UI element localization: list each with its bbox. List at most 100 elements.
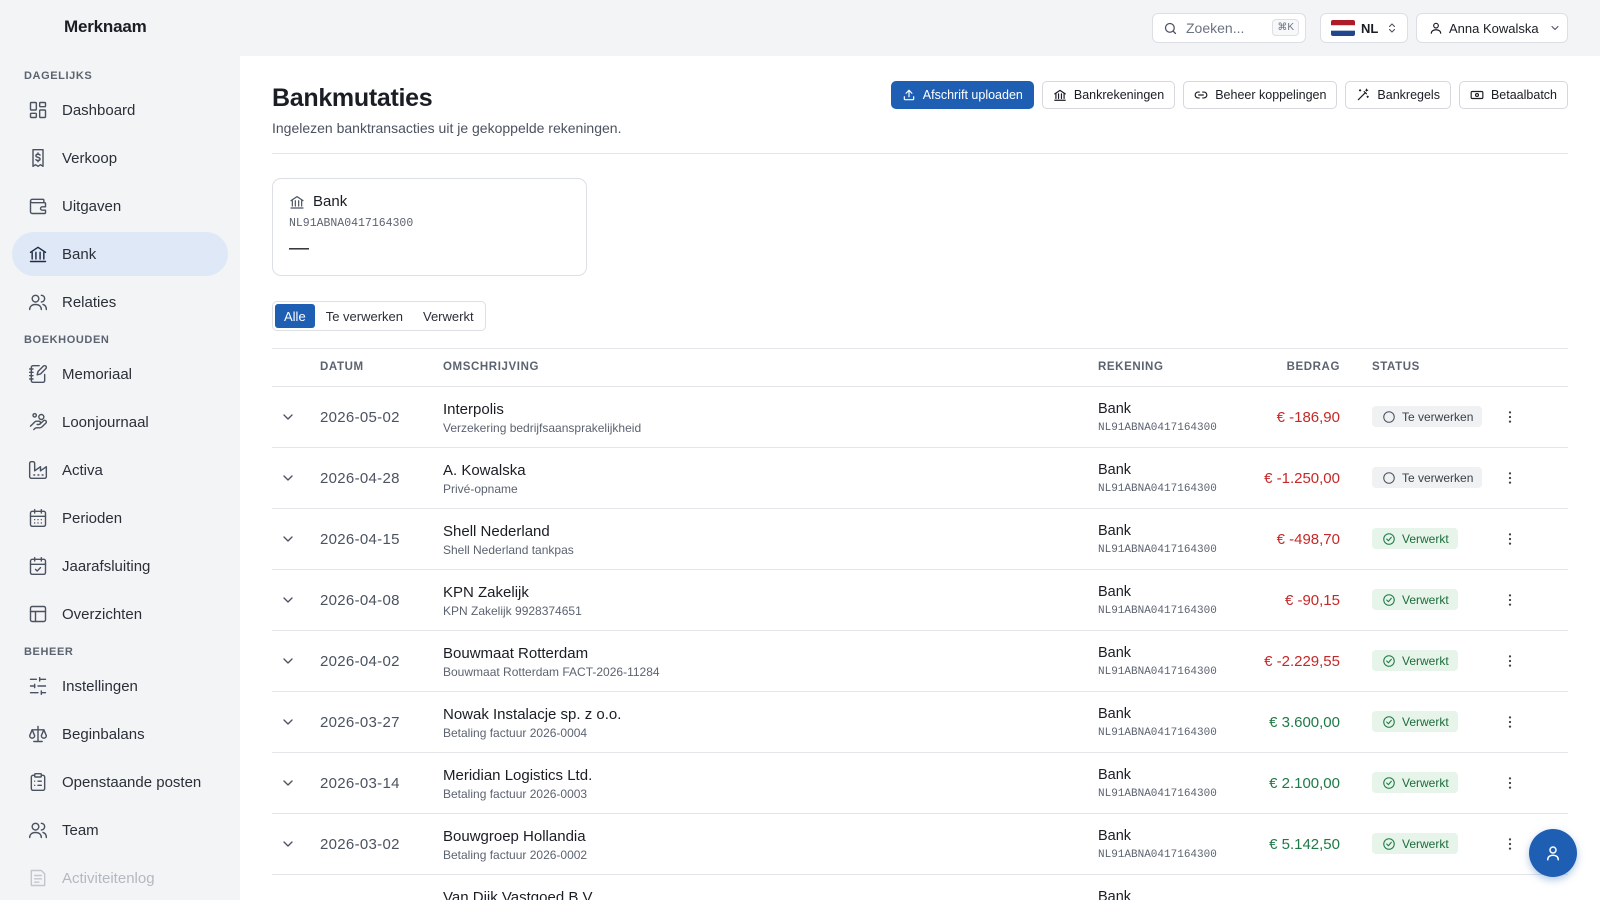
search-input[interactable] xyxy=(1186,20,1272,36)
more-vertical-icon[interactable] xyxy=(1502,653,1518,669)
chevron-down-icon[interactable] xyxy=(280,470,296,486)
sidebar-item-activiteitenlog[interactable]: Activiteitenlog xyxy=(12,856,228,900)
sidebar-item-team[interactable]: Team xyxy=(12,808,228,852)
more-vertical-icon[interactable] xyxy=(1502,531,1518,547)
header-divider xyxy=(272,153,1568,154)
chevron-down-icon[interactable] xyxy=(280,775,296,791)
sidebar-item-overzichten[interactable]: Overzichten xyxy=(12,592,228,636)
sidebar-item-jaarafsluiting[interactable]: Jaarafsluiting xyxy=(12,544,228,588)
nav-section-beheer: BEHEER xyxy=(24,646,74,658)
toolbar: Afschrift uploaden Bankrekeningen Beheer… xyxy=(890,81,1568,109)
table-header: DATUM OMSCHRIJVING REKENING BEDRAG STATU… xyxy=(272,348,1568,387)
sidebar-item-label: Openstaande posten xyxy=(62,773,202,791)
chevron-down-icon[interactable] xyxy=(280,531,296,547)
table-row[interactable]: 2026-04-02 Bouwmaat Rotterdam Bouwmaat Rot… xyxy=(272,631,1568,692)
manage-links-button[interactable]: Beheer koppelingen xyxy=(1183,81,1338,109)
chevron-down-icon[interactable] xyxy=(280,653,296,669)
transaction-description: Privé-opname xyxy=(443,482,518,496)
table-row[interactable]: 2026-04-08 KPN Zakelijk KPN Zakelijk 99283… xyxy=(272,570,1568,631)
status-label: Verwerkt xyxy=(1402,653,1449,668)
sidebar-item-loonjournaal[interactable]: Loonjournaal xyxy=(12,400,228,444)
more-vertical-icon[interactable] xyxy=(1502,775,1518,791)
table-row[interactable]: 2026-05-02 Interpolis Verzekering bedrijfs… xyxy=(272,387,1568,448)
sidebar-item-perioden[interactable]: Perioden xyxy=(12,496,228,540)
bank-icon xyxy=(1053,88,1067,102)
calendar-icon xyxy=(28,508,48,528)
filter-processed[interactable]: Verwerkt xyxy=(414,304,483,328)
sidebar-item-label: Perioden xyxy=(62,509,123,527)
sidebar-item-uitgaven[interactable]: Uitgaven xyxy=(12,184,228,228)
bank-accounts-button[interactable]: Bankrekeningen xyxy=(1041,81,1176,109)
banknote-icon xyxy=(1470,88,1484,102)
chevron-down-icon[interactable] xyxy=(280,409,296,425)
more-vertical-icon[interactable] xyxy=(1502,470,1518,486)
user-icon xyxy=(1544,844,1562,862)
transaction-counterparty: Interpolis xyxy=(443,401,504,418)
notebook-pen-icon xyxy=(28,364,48,384)
sidebar: Merknaam DAGELIJKS Dashboard Verkoop Uitgav… xyxy=(0,0,240,900)
user-menu[interactable]: Anna Kowalska xyxy=(1416,13,1568,43)
sidebar-item-bank[interactable]: Bank xyxy=(12,232,228,276)
filter-all[interactable]: Alle xyxy=(275,304,315,328)
transaction-account-name: Bank xyxy=(1098,401,1132,417)
table-row[interactable]: 2026-03-14 Meridian Logistics Ltd. Betalin… xyxy=(272,753,1568,814)
sidebar-item-relaties[interactable]: Relaties xyxy=(12,280,228,324)
status-filter: Alle Te verwerken Verwerkt xyxy=(272,301,486,331)
more-vertical-icon[interactable] xyxy=(1502,409,1518,425)
chevron-down-icon[interactable] xyxy=(280,836,296,852)
transaction-account-iban: NL91ABNA0417164300 xyxy=(1098,544,1217,556)
clipboard-list-icon xyxy=(28,772,48,792)
circle-icon xyxy=(1382,410,1396,424)
sidebar-item-beginbalans[interactable]: Beginbalans xyxy=(12,712,228,756)
user-icon xyxy=(1429,21,1443,35)
sidebar-item-activa[interactable]: Activa xyxy=(12,448,228,492)
table-row[interactable]: 2026-03-27 Nowak Instalacje sp. z o.o. Bet… xyxy=(272,692,1568,753)
manage-links-label: Beheer koppelingen xyxy=(1215,88,1327,102)
status-label: Te verwerken xyxy=(1402,470,1474,485)
upload-statement-button[interactable]: Afschrift uploaden xyxy=(890,81,1034,109)
language-selector[interactable]: NL xyxy=(1320,13,1408,43)
transactions-table: DATUM OMSCHRIJVING REKENING BEDRAG STATU… xyxy=(272,348,1568,900)
column-header-description[interactable]: OMSCHRIJVING xyxy=(443,361,539,373)
sidebar-item-verkoop[interactable]: Verkoop xyxy=(12,136,228,180)
sidebar-item-dashboard[interactable]: Dashboard xyxy=(12,88,228,132)
sidebar-item-instellingen[interactable]: Instellingen xyxy=(12,664,228,708)
more-vertical-icon[interactable] xyxy=(1502,592,1518,608)
transaction-account-iban: NL91ABNA0417164300 xyxy=(1098,727,1217,739)
assistant-fab-button[interactable] xyxy=(1529,829,1577,877)
transaction-description: Bouwmaat Rotterdam FACT-2026-11284 xyxy=(443,665,660,679)
transaction-amount: € 3.600,00 xyxy=(1269,714,1340,731)
bank-rules-button[interactable]: Bankregels xyxy=(1345,81,1451,109)
transaction-counterparty: KPN Zakelijk xyxy=(443,584,529,601)
transaction-amount: € -2.229,55 xyxy=(1264,653,1340,670)
table-row[interactable]: Van Dijk Vastgoed B.V. Bank xyxy=(272,875,1568,900)
check-circle-icon xyxy=(1382,654,1396,668)
search-box[interactable]: ⌘K xyxy=(1152,13,1306,43)
payment-batch-button[interactable]: Betaalbatch xyxy=(1458,81,1568,109)
transaction-date: 2026-04-02 xyxy=(320,653,400,670)
filter-pending[interactable]: Te verwerken xyxy=(317,304,412,328)
brand-name[interactable]: Merknaam xyxy=(64,17,147,37)
more-vertical-icon[interactable] xyxy=(1502,836,1518,852)
chevron-down-icon[interactable] xyxy=(280,592,296,608)
sidebar-item-openstaande-posten[interactable]: Openstaande posten xyxy=(12,760,228,804)
transaction-account-iban: NL91ABNA0417164300 xyxy=(1098,422,1217,434)
status-label: Te verwerken xyxy=(1402,409,1474,424)
table-row[interactable]: 2026-04-15 Shell Nederland Shell Nederland… xyxy=(272,509,1568,570)
table-row[interactable]: 2026-03-02 Bouwgroep Hollandia Betaling fa… xyxy=(272,814,1568,875)
sidebar-item-memoriaal[interactable]: Memoriaal xyxy=(12,352,228,396)
column-header-amount[interactable]: BEDRAG xyxy=(1287,361,1340,373)
column-header-date[interactable]: DATUM xyxy=(320,361,364,373)
main-panel: Bankmutaties Ingelezen banktransacties u… xyxy=(240,56,1600,900)
sidebar-item-label: Relaties xyxy=(62,293,117,311)
transaction-date: 2026-03-27 xyxy=(320,714,400,731)
column-header-status[interactable]: STATUS xyxy=(1372,361,1420,373)
check-circle-icon xyxy=(1382,532,1396,546)
table-row[interactable]: 2026-04-28 A. Kowalska Privé-opname Bank NL9… xyxy=(272,448,1568,509)
column-header-account[interactable]: REKENING xyxy=(1098,361,1164,373)
bank-account-card[interactable]: Bank NL91ABNA0417164300 — xyxy=(272,178,587,276)
more-vertical-icon[interactable] xyxy=(1502,714,1518,730)
sidebar-nav: DAGELIJKS Dashboard Verkoop Uitgaven Bank Rel… xyxy=(12,64,228,900)
chevron-down-icon[interactable] xyxy=(280,714,296,730)
sliders-icon xyxy=(28,676,48,696)
